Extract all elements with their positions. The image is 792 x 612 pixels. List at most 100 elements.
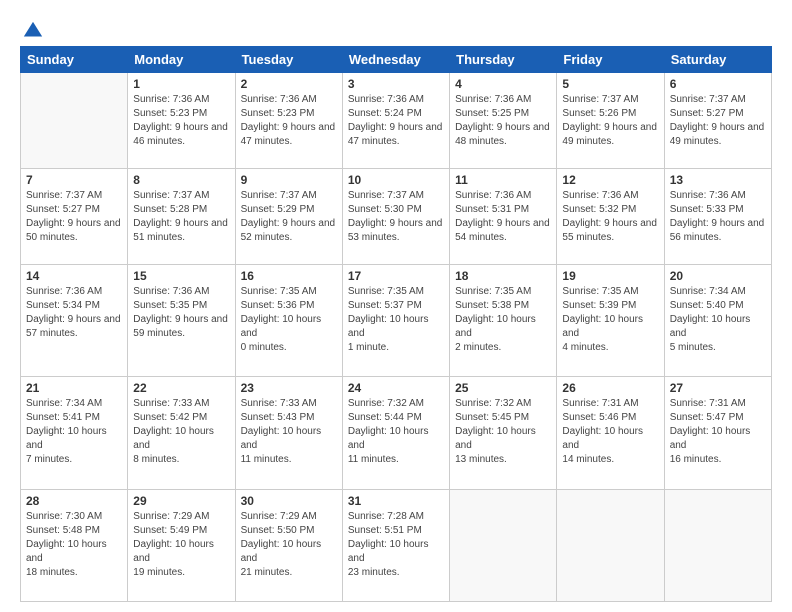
calendar-cell: 7 Sunrise: 7:37 AMSunset: 5:27 PMDayligh… <box>21 168 128 264</box>
calendar-cell: 30 Sunrise: 7:29 AMSunset: 5:50 PMDaylig… <box>235 489 342 601</box>
day-info: Sunrise: 7:37 AMSunset: 5:27 PMDaylight:… <box>670 93 766 149</box>
calendar-cell <box>664 489 771 601</box>
day-number: 7 <box>26 173 122 187</box>
day-info: Sunrise: 7:36 AMSunset: 5:32 PMDaylight:… <box>562 189 658 245</box>
calendar-cell: 5 Sunrise: 7:37 AMSunset: 5:26 PMDayligh… <box>557 73 664 169</box>
calendar-cell: 29 Sunrise: 7:29 AMSunset: 5:49 PMDaylig… <box>128 489 235 601</box>
calendar-cell: 10 Sunrise: 7:37 AMSunset: 5:30 PMDaylig… <box>342 168 449 264</box>
day-number: 16 <box>241 269 337 283</box>
day-number: 10 <box>348 173 444 187</box>
day-info: Sunrise: 7:36 AMSunset: 5:31 PMDaylight:… <box>455 189 551 245</box>
day-info: Sunrise: 7:36 AMSunset: 5:25 PMDaylight:… <box>455 93 551 149</box>
calendar-cell: 9 Sunrise: 7:37 AMSunset: 5:29 PMDayligh… <box>235 168 342 264</box>
day-info: Sunrise: 7:31 AMSunset: 5:47 PMDaylight:… <box>670 397 766 467</box>
day-number: 1 <box>133 77 229 91</box>
day-info: Sunrise: 7:28 AMSunset: 5:51 PMDaylight:… <box>348 510 444 580</box>
day-number: 30 <box>241 494 337 508</box>
calendar-cell: 24 Sunrise: 7:32 AMSunset: 5:44 PMDaylig… <box>342 377 449 489</box>
day-info: Sunrise: 7:29 AMSunset: 5:49 PMDaylight:… <box>133 510 229 580</box>
day-info: Sunrise: 7:33 AMSunset: 5:43 PMDaylight:… <box>241 397 337 467</box>
day-number: 31 <box>348 494 444 508</box>
day-info: Sunrise: 7:35 AMSunset: 5:38 PMDaylight:… <box>455 285 551 355</box>
day-number: 17 <box>348 269 444 283</box>
calendar-cell: 15 Sunrise: 7:36 AMSunset: 5:35 PMDaylig… <box>128 264 235 376</box>
calendar-cell: 12 Sunrise: 7:36 AMSunset: 5:32 PMDaylig… <box>557 168 664 264</box>
day-info: Sunrise: 7:36 AMSunset: 5:34 PMDaylight:… <box>26 285 122 341</box>
day-info: Sunrise: 7:36 AMSunset: 5:33 PMDaylight:… <box>670 189 766 245</box>
calendar-cell: 25 Sunrise: 7:32 AMSunset: 5:45 PMDaylig… <box>450 377 557 489</box>
day-info: Sunrise: 7:36 AMSunset: 5:23 PMDaylight:… <box>241 93 337 149</box>
week-row-4: 21 Sunrise: 7:34 AMSunset: 5:41 PMDaylig… <box>21 377 772 489</box>
day-number: 18 <box>455 269 551 283</box>
calendar-cell <box>450 489 557 601</box>
day-number: 13 <box>670 173 766 187</box>
day-number: 6 <box>670 77 766 91</box>
day-info: Sunrise: 7:37 AMSunset: 5:30 PMDaylight:… <box>348 189 444 245</box>
day-number: 9 <box>241 173 337 187</box>
day-number: 27 <box>670 381 766 395</box>
day-info: Sunrise: 7:36 AMSunset: 5:24 PMDaylight:… <box>348 93 444 149</box>
weekday-header-friday: Friday <box>557 47 664 73</box>
day-info: Sunrise: 7:34 AMSunset: 5:41 PMDaylight:… <box>26 397 122 467</box>
day-number: 21 <box>26 381 122 395</box>
calendar-cell: 22 Sunrise: 7:33 AMSunset: 5:42 PMDaylig… <box>128 377 235 489</box>
calendar-cell: 8 Sunrise: 7:37 AMSunset: 5:28 PMDayligh… <box>128 168 235 264</box>
day-info: Sunrise: 7:35 AMSunset: 5:39 PMDaylight:… <box>562 285 658 355</box>
week-row-5: 28 Sunrise: 7:30 AMSunset: 5:48 PMDaylig… <box>21 489 772 601</box>
weekday-header-monday: Monday <box>128 47 235 73</box>
calendar-cell <box>557 489 664 601</box>
day-number: 4 <box>455 77 551 91</box>
day-info: Sunrise: 7:29 AMSunset: 5:50 PMDaylight:… <box>241 510 337 580</box>
page: SundayMondayTuesdayWednesdayThursdayFrid… <box>0 0 792 612</box>
calendar-cell: 3 Sunrise: 7:36 AMSunset: 5:24 PMDayligh… <box>342 73 449 169</box>
week-row-2: 7 Sunrise: 7:37 AMSunset: 5:27 PMDayligh… <box>21 168 772 264</box>
calendar-cell: 16 Sunrise: 7:35 AMSunset: 5:36 PMDaylig… <box>235 264 342 376</box>
day-number: 14 <box>26 269 122 283</box>
calendar-cell: 17 Sunrise: 7:35 AMSunset: 5:37 PMDaylig… <box>342 264 449 376</box>
day-info: Sunrise: 7:37 AMSunset: 5:28 PMDaylight:… <box>133 189 229 245</box>
calendar-cell: 31 Sunrise: 7:28 AMSunset: 5:51 PMDaylig… <box>342 489 449 601</box>
day-number: 2 <box>241 77 337 91</box>
calendar-cell: 18 Sunrise: 7:35 AMSunset: 5:38 PMDaylig… <box>450 264 557 376</box>
weekday-header-thursday: Thursday <box>450 47 557 73</box>
day-info: Sunrise: 7:33 AMSunset: 5:42 PMDaylight:… <box>133 397 229 467</box>
day-info: Sunrise: 7:36 AMSunset: 5:35 PMDaylight:… <box>133 285 229 341</box>
day-number: 15 <box>133 269 229 283</box>
day-number: 8 <box>133 173 229 187</box>
day-number: 29 <box>133 494 229 508</box>
calendar-cell: 6 Sunrise: 7:37 AMSunset: 5:27 PMDayligh… <box>664 73 771 169</box>
calendar-cell: 1 Sunrise: 7:36 AMSunset: 5:23 PMDayligh… <box>128 73 235 169</box>
day-info: Sunrise: 7:35 AMSunset: 5:37 PMDaylight:… <box>348 285 444 355</box>
day-number: 20 <box>670 269 766 283</box>
calendar-cell: 21 Sunrise: 7:34 AMSunset: 5:41 PMDaylig… <box>21 377 128 489</box>
day-number: 3 <box>348 77 444 91</box>
day-info: Sunrise: 7:37 AMSunset: 5:27 PMDaylight:… <box>26 189 122 245</box>
week-row-1: 1 Sunrise: 7:36 AMSunset: 5:23 PMDayligh… <box>21 73 772 169</box>
day-number: 5 <box>562 77 658 91</box>
day-info: Sunrise: 7:32 AMSunset: 5:45 PMDaylight:… <box>455 397 551 467</box>
day-number: 26 <box>562 381 658 395</box>
day-info: Sunrise: 7:32 AMSunset: 5:44 PMDaylight:… <box>348 397 444 467</box>
day-number: 25 <box>455 381 551 395</box>
calendar-table: SundayMondayTuesdayWednesdayThursdayFrid… <box>20 46 772 602</box>
weekday-header-saturday: Saturday <box>664 47 771 73</box>
calendar-cell: 26 Sunrise: 7:31 AMSunset: 5:46 PMDaylig… <box>557 377 664 489</box>
calendar-cell: 28 Sunrise: 7:30 AMSunset: 5:48 PMDaylig… <box>21 489 128 601</box>
calendar-cell: 23 Sunrise: 7:33 AMSunset: 5:43 PMDaylig… <box>235 377 342 489</box>
weekday-header-wednesday: Wednesday <box>342 47 449 73</box>
day-number: 22 <box>133 381 229 395</box>
day-number: 12 <box>562 173 658 187</box>
day-info: Sunrise: 7:36 AMSunset: 5:23 PMDaylight:… <box>133 93 229 149</box>
calendar-cell <box>21 73 128 169</box>
day-number: 23 <box>241 381 337 395</box>
calendar-cell: 13 Sunrise: 7:36 AMSunset: 5:33 PMDaylig… <box>664 168 771 264</box>
calendar-cell: 11 Sunrise: 7:36 AMSunset: 5:31 PMDaylig… <box>450 168 557 264</box>
header <box>20 18 772 40</box>
week-row-3: 14 Sunrise: 7:36 AMSunset: 5:34 PMDaylig… <box>21 264 772 376</box>
day-number: 19 <box>562 269 658 283</box>
day-info: Sunrise: 7:37 AMSunset: 5:29 PMDaylight:… <box>241 189 337 245</box>
calendar-cell: 14 Sunrise: 7:36 AMSunset: 5:34 PMDaylig… <box>21 264 128 376</box>
calendar-cell: 2 Sunrise: 7:36 AMSunset: 5:23 PMDayligh… <box>235 73 342 169</box>
calendar-cell: 20 Sunrise: 7:34 AMSunset: 5:40 PMDaylig… <box>664 264 771 376</box>
day-number: 28 <box>26 494 122 508</box>
